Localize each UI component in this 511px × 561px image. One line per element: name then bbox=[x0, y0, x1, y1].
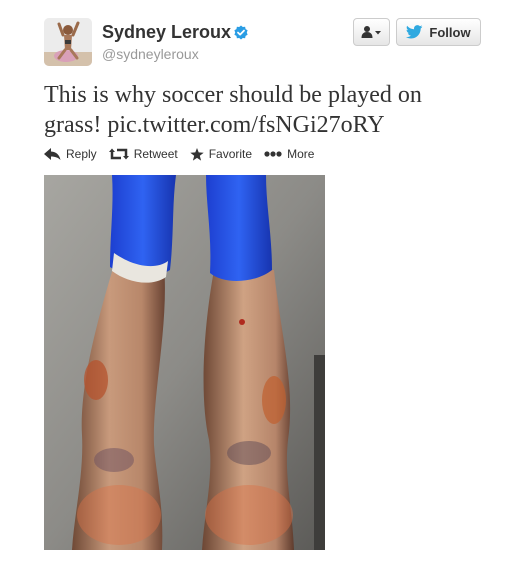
photo-legs-image bbox=[44, 175, 325, 550]
tweet-text: This is why soccer should be played on g… bbox=[44, 82, 422, 138]
more-icon bbox=[264, 151, 282, 157]
reply-button[interactable]: Reply bbox=[44, 147, 97, 161]
tweet-photo[interactable] bbox=[44, 175, 325, 550]
user-icon bbox=[361, 26, 381, 38]
more-button[interactable]: More bbox=[264, 147, 314, 161]
retweet-label: Retweet bbox=[133, 147, 178, 161]
star-icon bbox=[190, 147, 204, 161]
follow-button-label: Follow bbox=[429, 24, 471, 40]
retweet-button[interactable]: Retweet bbox=[108, 147, 178, 161]
user-handle[interactable]: @sydneyleroux bbox=[102, 46, 199, 62]
bird-icon bbox=[406, 25, 423, 39]
verified-badge-icon bbox=[234, 25, 248, 40]
more-label: More bbox=[287, 147, 315, 161]
avatar[interactable] bbox=[44, 18, 92, 66]
user-actions-button[interactable] bbox=[353, 18, 390, 46]
follow-button[interactable]: Follow bbox=[396, 18, 481, 46]
retweet-icon bbox=[108, 148, 129, 160]
favorite-button[interactable]: Favorite bbox=[190, 147, 252, 161]
user-name[interactable]: Sydney Leroux bbox=[102, 22, 231, 42]
favorite-label: Favorite bbox=[208, 147, 253, 161]
reply-label: Reply bbox=[66, 147, 97, 161]
reply-icon bbox=[44, 148, 61, 160]
avatar-photo bbox=[44, 18, 92, 66]
tweet-actions: Reply Retweet Favorite More bbox=[44, 147, 326, 161]
